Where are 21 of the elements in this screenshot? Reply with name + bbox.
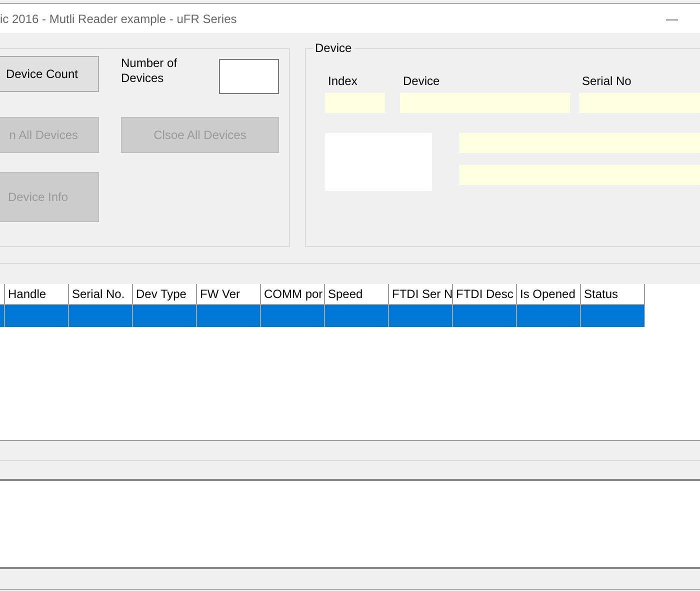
column-header[interactable]: Serial No. [69, 284, 133, 305]
column-header[interactable]: Speed [325, 284, 389, 305]
column-header[interactable]: FW Ver [197, 284, 261, 305]
column-header[interactable]: Handle [5, 284, 69, 305]
action-button[interactable]: Device Count [0, 56, 99, 92]
column-header[interactable]: FTDI Ser N [389, 284, 453, 305]
column-header[interactable]: FTDI Desc [453, 284, 517, 305]
column-header[interactable]: Status [581, 284, 645, 305]
group-legend: Device [313, 41, 354, 55]
count-label: Number of Devices [121, 56, 178, 86]
count-field[interactable] [219, 59, 279, 94]
column-header[interactable]: Is Opened [517, 284, 581, 305]
table-row[interactable] [0, 305, 645, 326]
window-title: ic 2016 - Mutli Reader example - uFR Series [0, 12, 237, 26]
field-label: Index [327, 74, 358, 90]
column-header[interactable]: COMM por [261, 284, 325, 305]
column-header[interactable]: Dev Type [133, 284, 197, 305]
field-label: Serial No [581, 74, 632, 90]
log-area[interactable] [0, 481, 700, 569]
field-label: Device [402, 74, 441, 90]
minimize-button[interactable]: — [666, 12, 678, 26]
